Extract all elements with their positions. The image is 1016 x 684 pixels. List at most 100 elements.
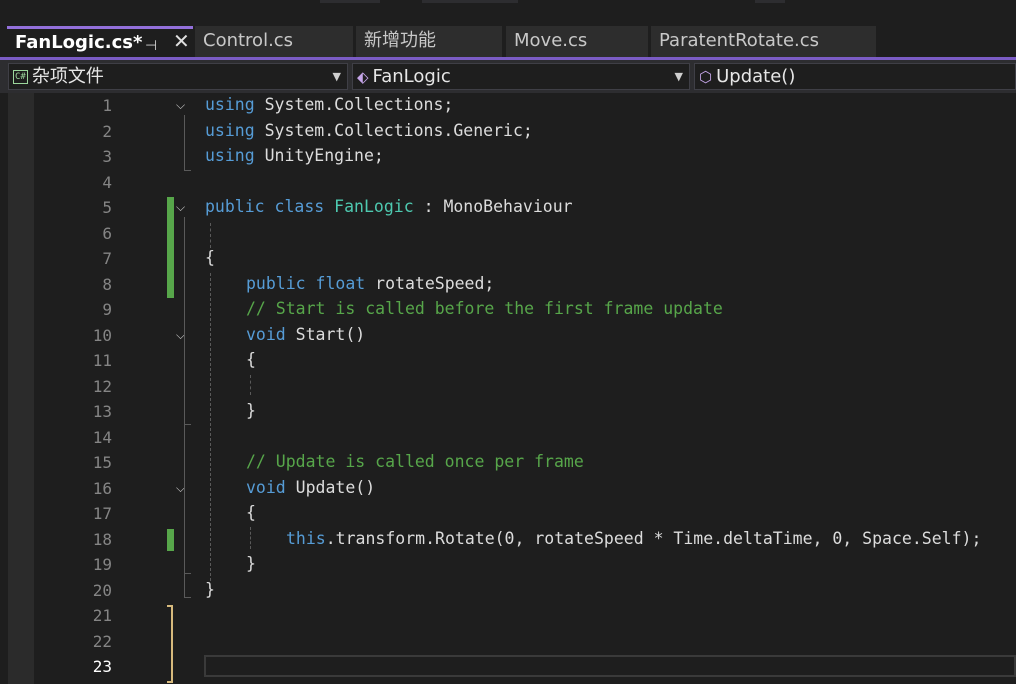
keyword: void	[246, 478, 286, 497]
class-dropdown[interactable]: ⬖ FanLogic ▼	[352, 63, 690, 90]
line-number: 13	[92, 402, 112, 421]
tab-label: Control.cs	[203, 30, 294, 51]
fold-guide	[184, 345, 185, 424]
csharp-file-icon: C#	[13, 70, 28, 84]
code-text: Start()	[285, 325, 366, 344]
unsaved-change-indicator	[167, 605, 173, 683]
line-number: 11	[92, 351, 112, 370]
code-line[interactable]: public float rotateSpeed;	[246, 274, 494, 293]
fold-guide-end	[184, 170, 191, 171]
fold-guide-end	[184, 424, 191, 425]
keyword: using	[205, 146, 255, 165]
code-line[interactable]: void Start()	[246, 325, 365, 344]
line-number: 10	[92, 326, 112, 345]
method-icon: ⬡	[699, 68, 713, 86]
code-line[interactable]: }	[205, 580, 215, 599]
tab-fanlogic[interactable]: FanLogic.cs* ⊣ ✕	[7, 26, 193, 58]
chevron-down-icon: ▼	[332, 70, 341, 83]
line-number: 6	[102, 224, 112, 243]
code-line[interactable]: using UnityEngine;	[205, 146, 384, 165]
line-number: 12	[92, 377, 112, 396]
line-number-current: 23	[92, 657, 112, 676]
pin-icon[interactable]: ⊣	[145, 33, 157, 60]
collapse-icon[interactable]: ⌵	[176, 200, 185, 215]
keyword: public	[205, 197, 265, 216]
code-line[interactable]: using System.Collections.Generic;	[205, 121, 533, 140]
class-label: FanLogic	[372, 66, 451, 87]
code-comment[interactable]: // Update is called once per frame	[246, 452, 584, 471]
title-strip-segment	[755, 0, 785, 3]
fold-guide	[184, 115, 185, 170]
line-number: 19	[92, 555, 112, 574]
code-text: .transform.Rotate(0, rotateSpeed * Time.…	[325, 529, 982, 548]
code-text: UnityEngine;	[254, 146, 384, 165]
tab-new-features[interactable]: 新增功能	[356, 26, 502, 58]
title-strip-segment	[422, 0, 518, 3]
member-label: Update()	[716, 66, 796, 87]
keyword: using	[205, 121, 255, 140]
class-name: FanLogic	[334, 197, 414, 216]
line-number: 4	[102, 173, 112, 192]
code-line[interactable]: this.transform.Rotate(0, rotateSpeed * T…	[286, 529, 981, 548]
code-line[interactable]: public class FanLogic : MonoBehaviour	[205, 197, 573, 216]
code-text: : MonoBehaviour	[413, 197, 573, 216]
code-text: {	[205, 248, 215, 267]
change-indicator	[167, 197, 174, 298]
class-icon: ⬖	[357, 68, 369, 86]
tab-label: FanLogic.cs*	[15, 32, 143, 53]
chevron-down-icon: ▼	[674, 70, 683, 83]
tab-label: 新增功能	[364, 30, 436, 51]
line-number: 8	[102, 275, 112, 294]
line-number: 5	[102, 198, 112, 217]
keyword: float	[315, 274, 366, 293]
code-text: Update()	[285, 478, 376, 497]
keyword: class	[274, 197, 325, 216]
collapse-icon[interactable]: ⌵	[176, 98, 185, 113]
indent-guide	[250, 375, 251, 395]
keyword: this	[286, 529, 326, 548]
code-comment[interactable]: // Start is called before the first fram…	[246, 299, 723, 318]
tab-move[interactable]: Move.cs	[506, 26, 648, 58]
member-dropdown[interactable]: ⬡ Update()	[694, 63, 1016, 90]
code-line[interactable]: {	[246, 350, 256, 369]
indent-guide	[250, 527, 251, 549]
keyword: void	[246, 325, 286, 344]
code-text: System.Collections;	[254, 95, 454, 114]
project-dropdown[interactable]: C# 杂项文件 ▼	[8, 63, 348, 90]
line-number: 16	[92, 479, 112, 498]
tab-label: Move.cs	[514, 30, 588, 51]
navigation-bar: C# 杂项文件 ▼ ⬖ FanLogic ▼ ⬡ Update()	[0, 60, 1016, 93]
code-line[interactable]: {	[246, 503, 256, 522]
change-indicator	[167, 529, 174, 551]
line-number: 1	[102, 96, 112, 115]
line-number: 21	[92, 606, 112, 625]
document-tab-bar: FanLogic.cs* ⊣ ✕ Control.cs 新增功能 Move.cs…	[0, 24, 1016, 58]
close-icon[interactable]: ✕	[173, 28, 190, 55]
tab-label: ParatentRotate.cs	[659, 30, 820, 51]
code-line[interactable]: void Update()	[246, 478, 375, 497]
tab-paratentrotate[interactable]: ParatentRotate.cs	[651, 26, 876, 58]
indicator-margin	[8, 93, 34, 684]
tab-control[interactable]: Control.cs	[195, 26, 353, 58]
title-strip	[0, 0, 1016, 24]
code-line[interactable]: }	[246, 401, 256, 420]
indent-guide	[210, 273, 211, 581]
line-number: 15	[92, 453, 112, 472]
code-line[interactable]: using System.Collections;	[205, 95, 453, 114]
line-number: 3	[102, 147, 112, 166]
code-text: System.Collections.Generic;	[254, 121, 533, 140]
line-number: 20	[92, 581, 112, 600]
keyword: public	[246, 274, 306, 293]
fold-guide-end	[184, 597, 191, 598]
line-number: 22	[92, 632, 112, 651]
title-strip-segment	[320, 0, 380, 3]
line-number: 17	[92, 504, 112, 523]
indent-guide	[210, 223, 211, 248]
code-editor[interactable]: 1 2 3 4 5 6 7 8 9 10 11 12 13 14 15 16 1…	[0, 93, 1016, 684]
code-line[interactable]: }	[246, 554, 256, 573]
project-label: 杂项文件	[31, 66, 104, 87]
code-text: rotateSpeed;	[365, 274, 495, 293]
code-line[interactable]: {	[205, 248, 215, 267]
keyword: using	[205, 95, 255, 114]
line-number: 18	[92, 530, 112, 549]
